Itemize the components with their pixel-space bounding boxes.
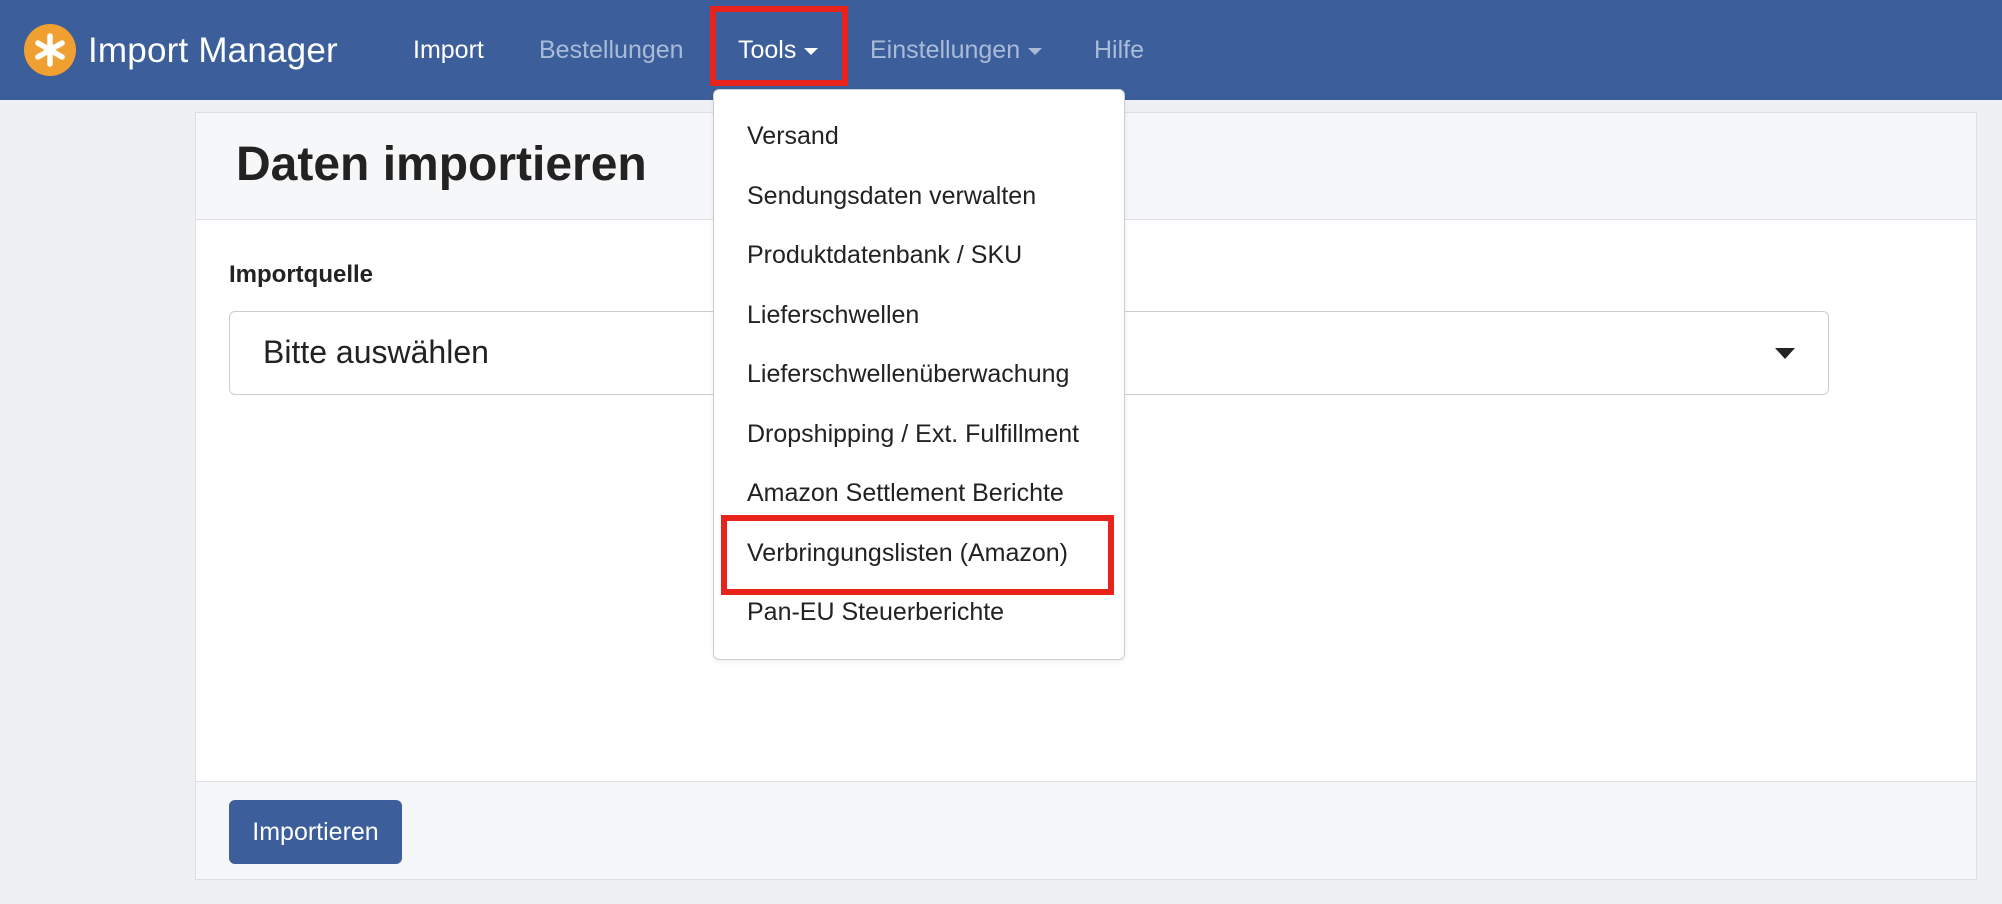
nav-orders[interactable]: Bestellungen — [539, 30, 684, 70]
caret-down-icon — [1775, 348, 1795, 359]
page-title: Daten importieren — [236, 138, 647, 191]
import-source-value: Bitte auswählen — [263, 334, 489, 370]
menu-item-lieferschwellen[interactable]: Lieferschwellen — [747, 295, 919, 335]
menu-item-sendungsdaten[interactable]: Sendungsdaten verwalten — [747, 176, 1036, 216]
menu-item-amazon-settlement[interactable]: Amazon Settlement Berichte — [747, 473, 1064, 513]
menu-item-pan-eu[interactable]: Pan-EU Steuerberichte — [747, 592, 1004, 632]
nav-settings-label: Einstellungen — [870, 36, 1021, 64]
tools-dropdown-menu: Versand Sendungsdaten verwalten Produktd… — [713, 89, 1125, 660]
brand[interactable]: Import Manager — [24, 22, 338, 78]
menu-item-lieferschwellenueberwachung[interactable]: Lieferschwellenüberwachung — [747, 354, 1069, 394]
import-source-label: Importquelle — [229, 261, 374, 288]
menu-item-verbringungslisten[interactable]: Verbringungslisten (Amazon) — [747, 533, 1068, 573]
nav-settings-dropdown[interactable]: Einstellungen — [870, 30, 1043, 70]
nav-import[interactable]: Import — [413, 30, 484, 70]
menu-item-produktdatenbank[interactable]: Produktdatenbank / SKU — [747, 235, 1022, 275]
menu-item-versand[interactable]: Versand — [747, 116, 839, 156]
caret-down-icon — [1028, 47, 1043, 55]
asterisk-logo-icon — [24, 24, 76, 76]
nav-tools-label: Tools — [738, 36, 797, 64]
card-footer: Importieren — [196, 781, 1976, 879]
nav-help[interactable]: Hilfe — [1094, 30, 1144, 70]
menu-item-dropshipping[interactable]: Dropshipping / Ext. Fulfillment — [747, 414, 1079, 454]
brand-name: Import Manager — [88, 30, 338, 70]
nav-tools-dropdown[interactable]: Tools — [738, 30, 819, 70]
top-navbar: Import Manager Import Bestellungen Tools… — [0, 0, 2002, 100]
caret-down-icon — [804, 47, 819, 55]
import-button[interactable]: Importieren — [229, 800, 402, 864]
